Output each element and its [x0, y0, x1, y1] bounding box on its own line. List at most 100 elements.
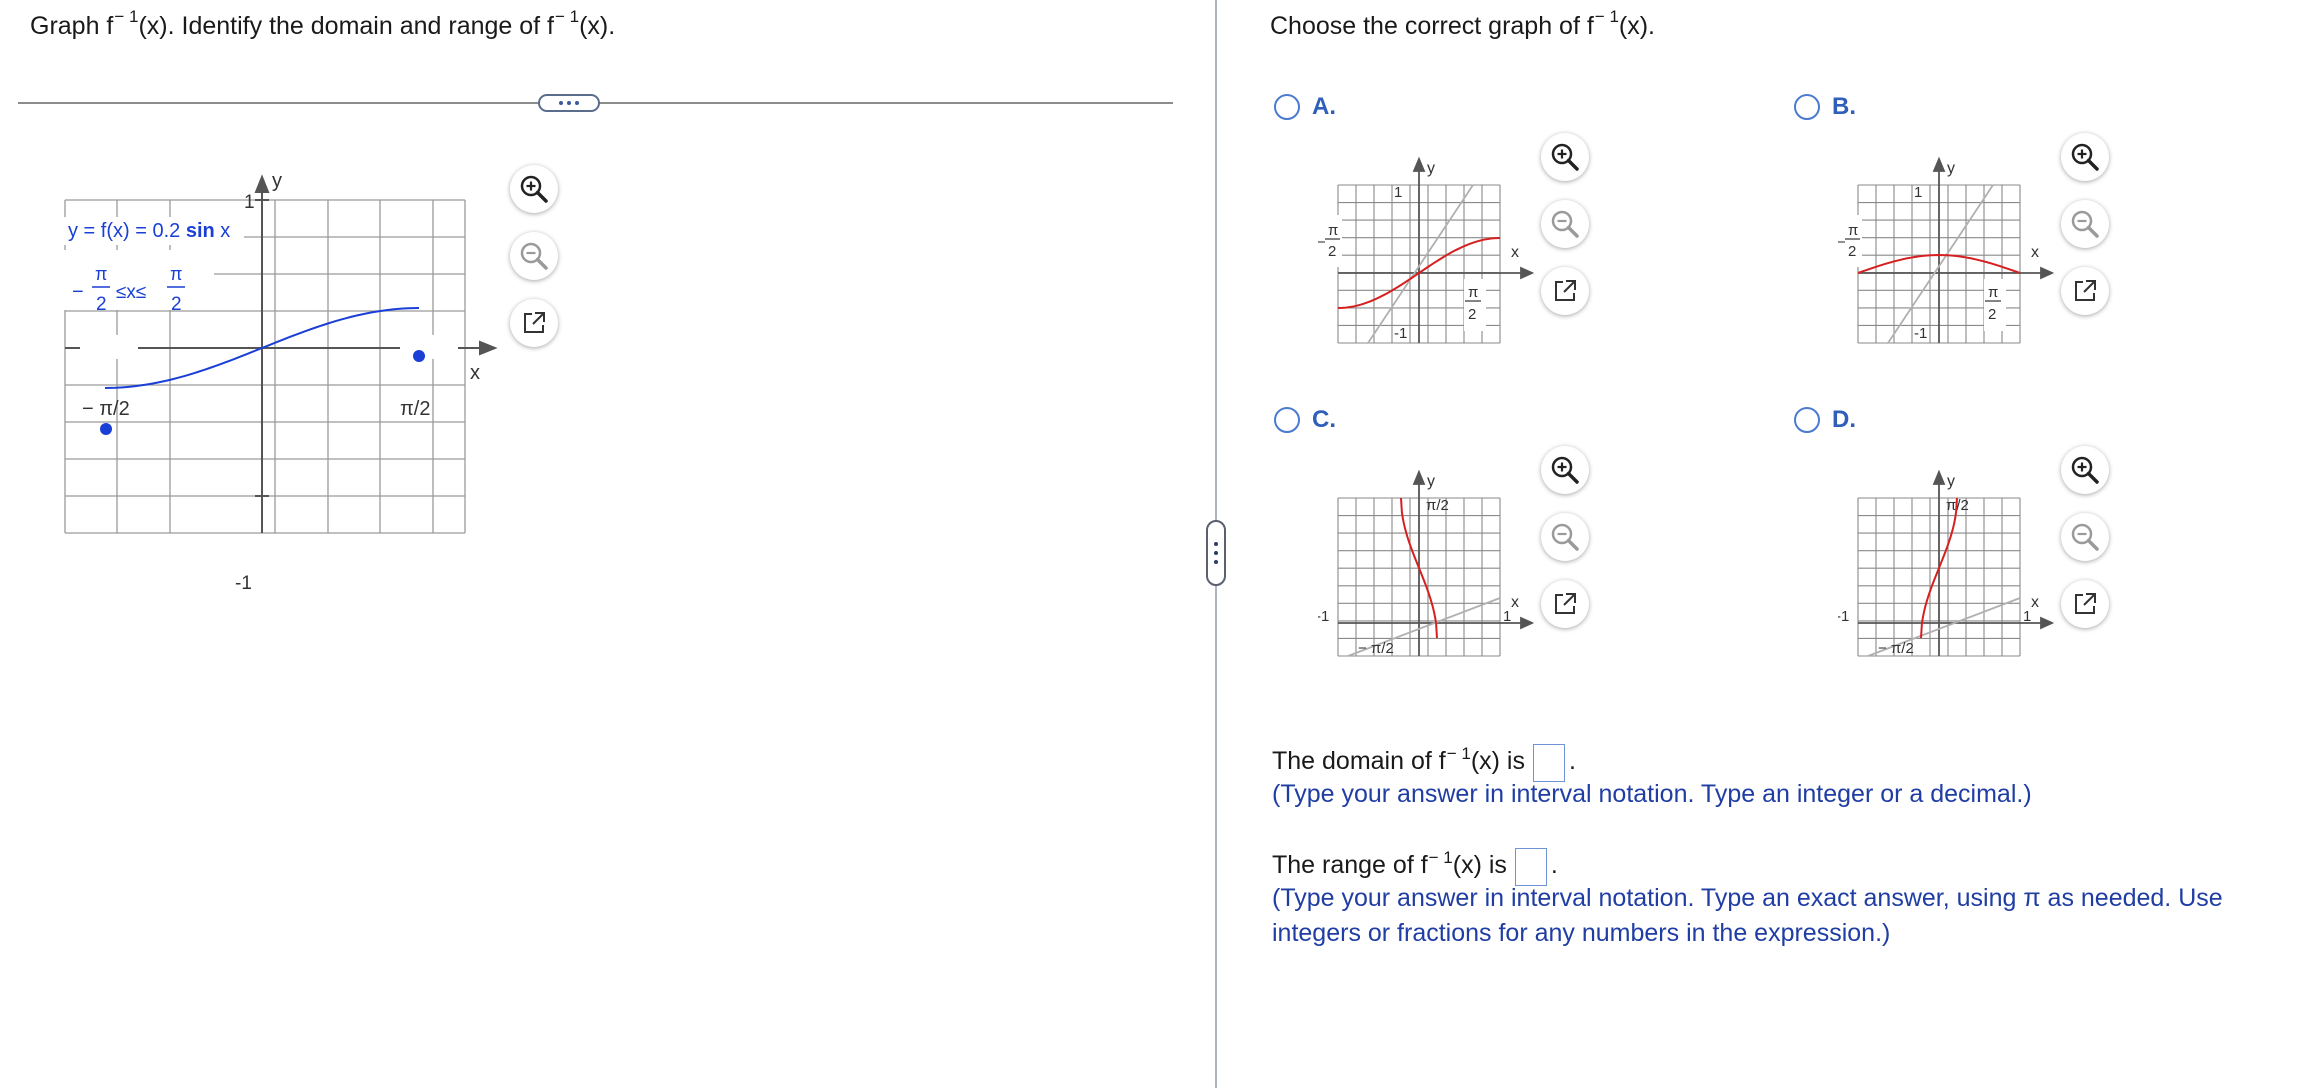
option-c-zoom-in-button[interactable] — [1541, 446, 1589, 494]
x-axis-label: x — [2031, 594, 2039, 611]
domain-two-right: 2 — [171, 294, 182, 315]
option-b-open-window-button[interactable] — [2061, 267, 2109, 315]
option-d[interactable]: D. — [1794, 406, 1856, 434]
open-window-icon — [524, 312, 545, 333]
x-tick-neg-pi-2: − π/2 — [82, 398, 130, 420]
zoom-out-icon — [2071, 523, 2099, 551]
domain-pi-right: π — [170, 264, 182, 284]
domain-hint: (Type your answer in interval notation. … — [1272, 780, 2032, 808]
option-d-label: D. — [1832, 406, 1856, 433]
y-axis-label: y — [1947, 160, 1955, 177]
x-tick-right-pi: π — [1468, 284, 1478, 301]
option-c-graph: y x π/2 − π/2 -1 1 — [1318, 469, 1535, 657]
zoom-in-button[interactable] — [510, 165, 558, 213]
y-tick-1: 1 — [244, 192, 255, 213]
domain-answer-line: The domain of f − 1 (x) is . — [1272, 738, 1576, 782]
x-axis-label: x — [1511, 244, 1519, 261]
option-d-zoom-out-button[interactable] — [2061, 513, 2109, 561]
y-tick-1: 1 — [1914, 184, 1922, 201]
panel-resize-handle[interactable] — [1206, 520, 1226, 586]
zoom-in-icon — [2071, 456, 2099, 484]
y-tick-neg-pi-2: − π/2 — [1878, 640, 1914, 657]
x-tick-neg1: -1 — [1838, 608, 1849, 625]
x-tick-neg-sign: − — [1318, 234, 1326, 251]
x-tick-pi-2: π/2 — [400, 398, 430, 420]
endpoint-right — [413, 350, 425, 362]
question-text: Graph f− 1(x). Identify the domain and r… — [30, 7, 616, 40]
range-hint-line1: (Type your answer in interval notation. … — [1272, 884, 2223, 912]
option-a[interactable]: A. — [1274, 93, 1336, 121]
endpoint-left — [100, 423, 112, 435]
open-window-icon — [1555, 593, 1576, 614]
open-window-icon — [2075, 280, 2096, 301]
x-tick-right-two: 2 — [1988, 306, 1996, 323]
zoom-out-icon — [1551, 210, 1579, 238]
y-tick-neg1: -1 — [235, 573, 252, 594]
identity-line — [1887, 184, 1994, 344]
option-a-label: A. — [1312, 93, 1336, 120]
domain-relation: ≤x≤ — [116, 282, 146, 303]
option-a-radio[interactable] — [1274, 94, 1300, 120]
y-tick-neg1: -1 — [1914, 325, 1927, 342]
zoom-out-button[interactable] — [510, 232, 558, 280]
domain-pi-left: π — [95, 264, 107, 284]
y-tick-neg-pi-2: − π/2 — [1358, 640, 1394, 657]
option-a-open-window-button[interactable] — [1541, 267, 1589, 315]
domain-two-left: 2 — [96, 294, 107, 315]
range-answer-line: The range of f − 1 (x) is . — [1272, 842, 1558, 886]
function-label: y = f(x) = 0.2 sin x — [68, 220, 230, 242]
zoom-in-icon — [1551, 456, 1579, 484]
range-hint-line2: integers or fractions for any numbers in… — [1272, 919, 1891, 947]
y-axis-label: y — [272, 170, 282, 192]
option-a-zoom-out-button[interactable] — [1541, 200, 1589, 248]
y-axis-label: y — [1947, 473, 1955, 490]
zoom-out-icon — [520, 242, 548, 270]
option-b-graph: yx1-1−π2π2 — [1838, 156, 2055, 344]
x-axis-label: x — [470, 362, 480, 384]
y-tick-1: 1 — [1394, 184, 1402, 201]
x-tick-neg-sign: − — [1838, 234, 1846, 251]
zoom-in-icon — [520, 175, 548, 203]
x-axis-label: x — [2031, 244, 2039, 261]
given-function-graph: y = f(x) = 0.2 sin x − π 2 ≤x≤ π 2 y x 1… — [64, 170, 498, 594]
more-options-button[interactable] — [538, 94, 600, 112]
choose-prompt: Choose the correct graph of f− 1(x). — [1270, 7, 1656, 40]
x-tick-left-two: 2 — [1848, 243, 1856, 260]
option-c-radio[interactable] — [1274, 407, 1300, 433]
zoom-out-icon — [2071, 210, 2099, 238]
option-b-zoom-out-button[interactable] — [2061, 200, 2109, 248]
option-c[interactable]: C. — [1274, 406, 1336, 434]
x-tick-left-pi: π — [1328, 222, 1338, 239]
open-window-icon — [1555, 280, 1576, 301]
option-c-zoom-out-button[interactable] — [1541, 513, 1589, 561]
y-axis-label: y — [1427, 473, 1435, 490]
zoom-out-icon — [1551, 523, 1579, 551]
y-tick-neg1: -1 — [1394, 325, 1407, 342]
x-tick-right-pi: π — [1988, 284, 1998, 301]
option-c-open-window-button[interactable] — [1541, 580, 1589, 628]
option-b-zoom-in-button[interactable] — [2061, 133, 2109, 181]
domain-minus: − — [72, 281, 84, 303]
option-b[interactable]: B. — [1794, 93, 1856, 121]
option-a-graph: yx1-1−π2π2 — [1318, 156, 1535, 344]
identity-line — [1367, 184, 1474, 344]
x-tick-left-two: 2 — [1328, 243, 1336, 260]
x-tick-right-two: 2 — [1468, 306, 1476, 323]
option-d-radio[interactable] — [1794, 407, 1820, 433]
option-b-label: B. — [1832, 93, 1856, 120]
x-tick-1: 1 — [1503, 608, 1511, 625]
option-d-zoom-in-button[interactable] — [2061, 446, 2109, 494]
option-d-open-window-button[interactable] — [2061, 580, 2109, 628]
open-window-button[interactable] — [510, 299, 558, 347]
x-tick-neg1: -1 — [1318, 608, 1329, 625]
y-tick-pi-2: π/2 — [1426, 497, 1449, 514]
zoom-in-icon — [2071, 143, 2099, 171]
option-c-label: C. — [1312, 406, 1336, 433]
x-tick-1: 1 — [2023, 608, 2031, 625]
open-window-icon — [2075, 593, 2096, 614]
zoom-in-icon — [1551, 143, 1579, 171]
x-tick-left-pi: π — [1848, 222, 1858, 239]
y-axis-label: y — [1427, 160, 1435, 177]
option-a-zoom-in-button[interactable] — [1541, 133, 1589, 181]
option-b-radio[interactable] — [1794, 94, 1820, 120]
